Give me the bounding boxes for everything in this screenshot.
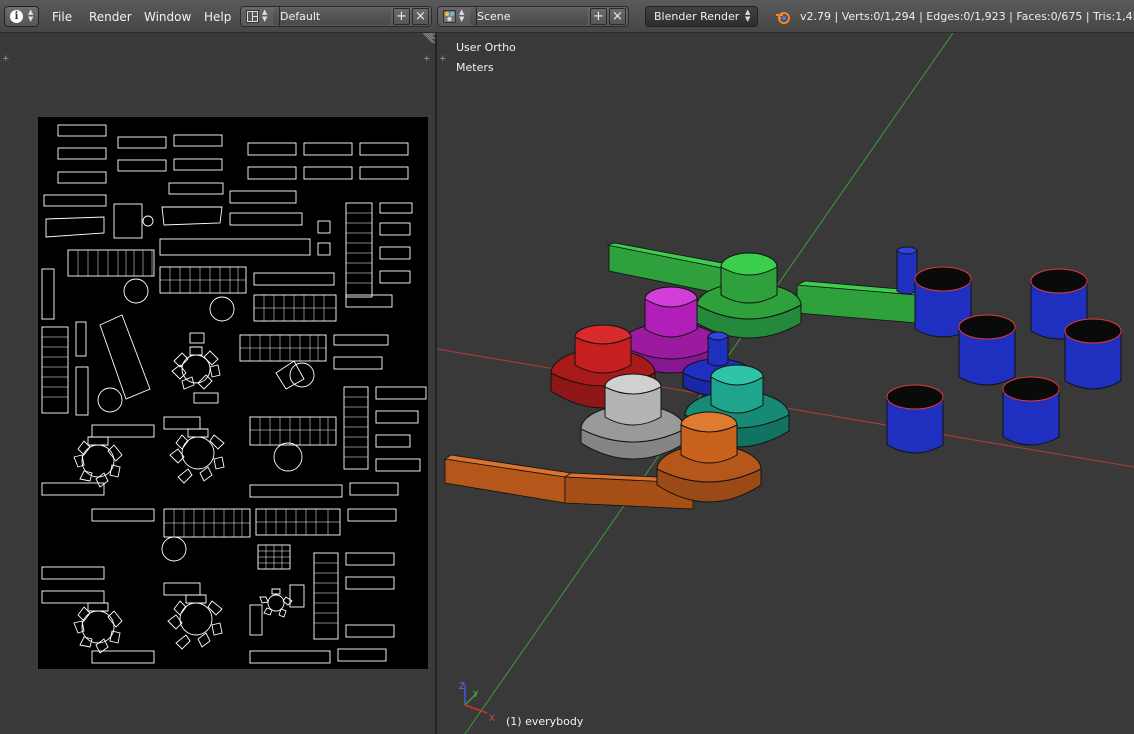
y-axis-label: Y bbox=[472, 690, 479, 700]
close-icon[interactable]: × bbox=[412, 8, 429, 25]
updown-arrows-icon: ▲ ▼ bbox=[745, 8, 751, 23]
active-object-label: (1) everybody bbox=[506, 715, 584, 728]
scene-icon bbox=[443, 10, 456, 23]
menu-help[interactable]: Help bbox=[204, 10, 231, 24]
add-icon[interactable]: + bbox=[590, 8, 607, 25]
updown-arrows-icon: ▲ ▼ bbox=[459, 8, 465, 23]
menu-render[interactable]: Render bbox=[89, 10, 132, 24]
render-engine-label: Blender Render bbox=[654, 10, 740, 23]
3d-viewport[interactable]: + User Ortho Meters Z Y X (1) everybody bbox=[424, 33, 1134, 734]
scene-selector[interactable]: ▲ ▼ Scene + × bbox=[437, 6, 629, 27]
uv-image-editor[interactable]: + + bbox=[0, 33, 435, 734]
info-icon: i bbox=[10, 10, 23, 23]
menu-window[interactable]: Window bbox=[144, 10, 191, 24]
scene-statistics: v2.79 | Verts:0/1,294 | Edges:0/1,923 | … bbox=[800, 10, 1134, 23]
updown-arrows-icon: ▲ ▼ bbox=[262, 8, 268, 23]
updown-arrows-icon: ▲ ▼ bbox=[28, 8, 34, 23]
axis-gizmo: Z Y X bbox=[459, 682, 495, 724]
layout-selector[interactable]: ▲ ▼ Default + × bbox=[240, 6, 432, 27]
area-corner-icon[interactable]: + bbox=[423, 55, 432, 64]
render-engine-dropdown[interactable]: Blender Render ▲ ▼ bbox=[645, 6, 758, 27]
area-corner-icon[interactable]: + bbox=[2, 55, 11, 64]
top-header: i ▲ ▼ File Render Window Help ▲ ▼ Default … bbox=[0, 0, 1134, 33]
close-icon[interactable]: × bbox=[609, 8, 626, 25]
editor-type-selector[interactable]: i ▲ ▼ bbox=[4, 6, 39, 27]
blender-icon bbox=[776, 12, 790, 24]
layout-icon bbox=[246, 10, 259, 23]
3d-scene[interactable]: Z Y X bbox=[437, 33, 1134, 734]
area-split-icon[interactable] bbox=[423, 33, 437, 45]
z-axis-label: Z bbox=[459, 682, 465, 692]
add-icon[interactable]: + bbox=[393, 8, 410, 25]
menu-file[interactable]: File bbox=[52, 10, 72, 24]
layout-name-field[interactable]: Default bbox=[279, 7, 320, 26]
blue-cylinders bbox=[886, 246, 1122, 454]
uv-layout-canvas[interactable] bbox=[38, 117, 428, 669]
scene-name-field[interactable]: Scene bbox=[476, 7, 511, 26]
x-axis-label: X bbox=[489, 714, 495, 724]
